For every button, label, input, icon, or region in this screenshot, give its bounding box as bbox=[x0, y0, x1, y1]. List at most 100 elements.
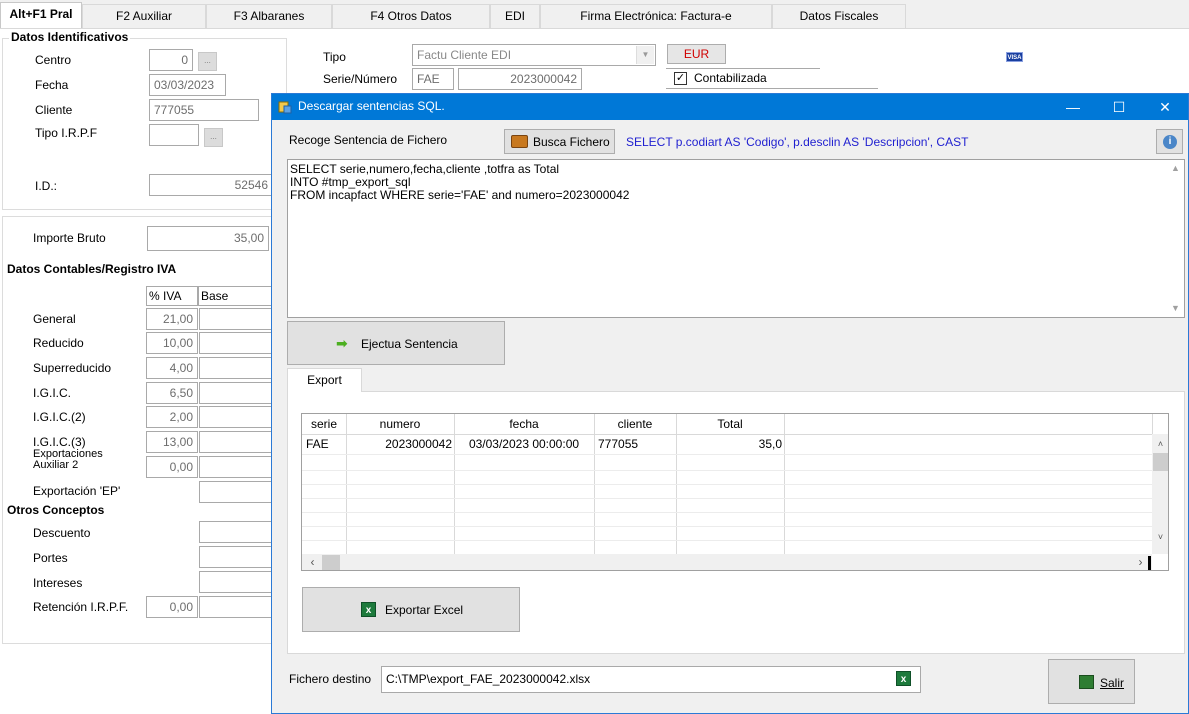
col-iva-header: % IVA bbox=[146, 286, 198, 306]
iva-row-value[interactable]: 4,00 bbox=[146, 357, 198, 379]
grid-cell-total[interactable]: 35,0 bbox=[676, 434, 782, 454]
iva-row-value[interactable]: 0,00 bbox=[146, 456, 198, 478]
tab-export[interactable]: Export bbox=[287, 368, 362, 392]
id-field[interactable]: 52546 bbox=[149, 174, 273, 196]
base-row-field[interactable] bbox=[199, 406, 273, 428]
base-row-field[interactable] bbox=[199, 332, 273, 354]
iva-row-value[interactable]: 21,00 bbox=[146, 308, 198, 330]
centro-lookup-button[interactable]: ... bbox=[198, 52, 217, 71]
dialog-titlebar[interactable]: Descargar sentencias SQL. — ☐ ✕ bbox=[272, 94, 1188, 120]
scroll-thumb[interactable] bbox=[1153, 453, 1168, 471]
numero-field[interactable]: 2023000042 bbox=[458, 68, 582, 90]
grid-header-cliente[interactable]: cliente bbox=[594, 414, 676, 434]
sql-textarea[interactable]: SELECT serie,numero,fecha,cliente ,totfr… bbox=[287, 159, 1185, 318]
centro-field[interactable]: 0 bbox=[149, 49, 193, 71]
retencion-base-field[interactable] bbox=[199, 596, 273, 618]
iva-row-value[interactable]: 2,00 bbox=[146, 406, 198, 428]
base-row-field[interactable] bbox=[199, 431, 273, 453]
exportacion-ep-field[interactable] bbox=[199, 481, 273, 503]
ejecuta-sentencia-button[interactable]: ➡ Ejectua Sentencia bbox=[287, 321, 505, 365]
scroll-down-icon[interactable]: ˅ bbox=[1152, 529, 1168, 546]
grid-cell-numero[interactable]: 2023000042 bbox=[346, 434, 452, 454]
tab-otros-datos[interactable]: F4 Otros Datos bbox=[332, 4, 490, 28]
currency-button[interactable]: EUR bbox=[667, 44, 726, 64]
scroll-right-icon[interactable]: › bbox=[1132, 554, 1149, 570]
tab-auxiliar[interactable]: F2 Auxiliar bbox=[82, 4, 206, 28]
scroll-up-icon[interactable]: ˄ bbox=[1152, 436, 1168, 453]
iva-row-value[interactable]: 6,50 bbox=[146, 382, 198, 404]
exportar-excel-label: Exportar Excel bbox=[385, 603, 464, 617]
scroll-left-icon[interactable]: ‹ bbox=[304, 554, 321, 570]
iva-row-label: Reducido bbox=[33, 336, 84, 350]
scroll-down-icon[interactable]: ▼ bbox=[1167, 300, 1184, 317]
minimize-icon[interactable]: — bbox=[1050, 94, 1096, 120]
grid-header-fecha[interactable]: fecha bbox=[454, 414, 594, 434]
salir-button[interactable]: Salir bbox=[1048, 659, 1135, 704]
iva-row-label: I.G.I.C. bbox=[33, 386, 72, 400]
fichero-label: Fichero destino bbox=[289, 672, 372, 686]
scroll-up-icon[interactable]: ▲ bbox=[1167, 160, 1184, 177]
contabilizada-checkbox[interactable]: ✓ bbox=[674, 72, 687, 85]
tab-pral[interactable]: Alt+F1 Pral bbox=[0, 2, 82, 29]
exportacion-ep-label: Exportación 'EP' bbox=[33, 484, 121, 498]
sql-scrollbar[interactable]: ▲ ▼ bbox=[1167, 160, 1184, 317]
tipo-dropdown-icon[interactable]: ▼ bbox=[636, 46, 654, 64]
fecha-field[interactable]: 03/03/2023 bbox=[149, 74, 226, 96]
otros-title: Otros Conceptos bbox=[7, 503, 105, 517]
iva-row-label: I.G.I.C.(2) bbox=[33, 410, 86, 424]
portes-field[interactable] bbox=[199, 546, 273, 568]
tab-edi[interactable]: EDI bbox=[490, 4, 540, 28]
export-grid[interactable]: serie numero fecha cliente Total FAE 202… bbox=[301, 413, 1169, 571]
busca-fichero-button[interactable]: Busca Fichero bbox=[504, 129, 615, 154]
base-row-field[interactable] bbox=[199, 357, 273, 379]
tipo-irpf-field[interactable] bbox=[149, 124, 199, 146]
base-row-field[interactable] bbox=[199, 456, 273, 478]
descuento-field[interactable] bbox=[199, 521, 273, 543]
intereses-field[interactable] bbox=[199, 571, 273, 593]
tipo-select[interactable]: Factu Cliente EDI bbox=[412, 44, 656, 66]
serie-field[interactable]: FAE bbox=[412, 68, 454, 90]
grid-cell-cliente[interactable]: 777055 bbox=[598, 434, 638, 454]
cliente-field[interactable]: 777055 bbox=[149, 99, 259, 121]
arrow-right-icon: ➡ bbox=[336, 335, 348, 351]
fichero-excel-button[interactable]: x bbox=[896, 671, 911, 687]
tab-firma-electronica[interactable]: Firma Electrónica: Factura-e bbox=[540, 4, 772, 28]
grid-cell-serie[interactable]: FAE bbox=[306, 434, 329, 454]
retencion-field[interactable]: 0,00 bbox=[146, 596, 198, 618]
base-row-field[interactable] bbox=[199, 382, 273, 404]
exportar-excel-button[interactable]: x Exportar Excel bbox=[302, 587, 520, 632]
sql-dialog: Descargar sentencias SQL. — ☐ ✕ Recoge S… bbox=[271, 93, 1189, 714]
close-icon[interactable]: ✕ bbox=[1142, 94, 1188, 120]
grid-header-total[interactable]: Total bbox=[676, 414, 784, 434]
iva-row-value[interactable]: 10,00 bbox=[146, 332, 198, 354]
maximize-icon[interactable]: ☐ bbox=[1096, 94, 1142, 120]
grid-vscrollbar[interactable]: ˄ ˅ bbox=[1152, 434, 1168, 554]
info-icon: i bbox=[1163, 135, 1177, 149]
fecha-label: Fecha bbox=[35, 78, 69, 92]
tab-albaranes[interactable]: F3 Albaranes bbox=[206, 4, 332, 28]
recoge-label: Recoge Sentencia de Fichero bbox=[289, 133, 448, 147]
contables-title: Datos Contables/Registro IVA bbox=[7, 262, 177, 276]
grid-hscrollbar[interactable]: ‹ › bbox=[302, 554, 1152, 570]
id-label: I.D.: bbox=[35, 179, 58, 193]
grid-header-serie[interactable]: serie bbox=[302, 414, 346, 434]
main-tab-bar: Alt+F1 Pral F2 Auxiliar F3 Albaranes F4 … bbox=[0, 0, 906, 29]
importe-bruto-field[interactable]: 35,00 bbox=[147, 226, 269, 251]
iva-row-label: Exportaciones Auxiliar 2 bbox=[33, 448, 103, 471]
fichero-destino-field[interactable]: C:\TMP\export_FAE_2023000042.xlsx bbox=[381, 666, 921, 693]
tab-datos-fiscales[interactable]: Datos Fiscales bbox=[772, 4, 906, 28]
base-row-field[interactable] bbox=[199, 308, 273, 330]
busca-fichero-label: Busca Fichero bbox=[533, 135, 610, 149]
hscroll-thumb[interactable] bbox=[322, 555, 340, 570]
importe-bruto-label: Importe Bruto bbox=[33, 231, 106, 245]
sql-line: SELECT serie,numero,fecha,cliente ,totfr… bbox=[290, 162, 560, 176]
iva-row-value[interactable]: 13,00 bbox=[146, 431, 198, 453]
tipo-irpf-lookup-button[interactable]: ... bbox=[204, 128, 223, 147]
grid-cell-fecha[interactable]: 03/03/2023 00:00:00 bbox=[454, 434, 594, 454]
info-button[interactable]: i bbox=[1156, 129, 1183, 154]
iva-row-label: General bbox=[33, 312, 76, 326]
intereses-label: Intereses bbox=[33, 576, 83, 590]
database-icon bbox=[278, 101, 292, 114]
grid-header-numero[interactable]: numero bbox=[346, 414, 454, 434]
serie-label: Serie/Número bbox=[323, 72, 398, 86]
